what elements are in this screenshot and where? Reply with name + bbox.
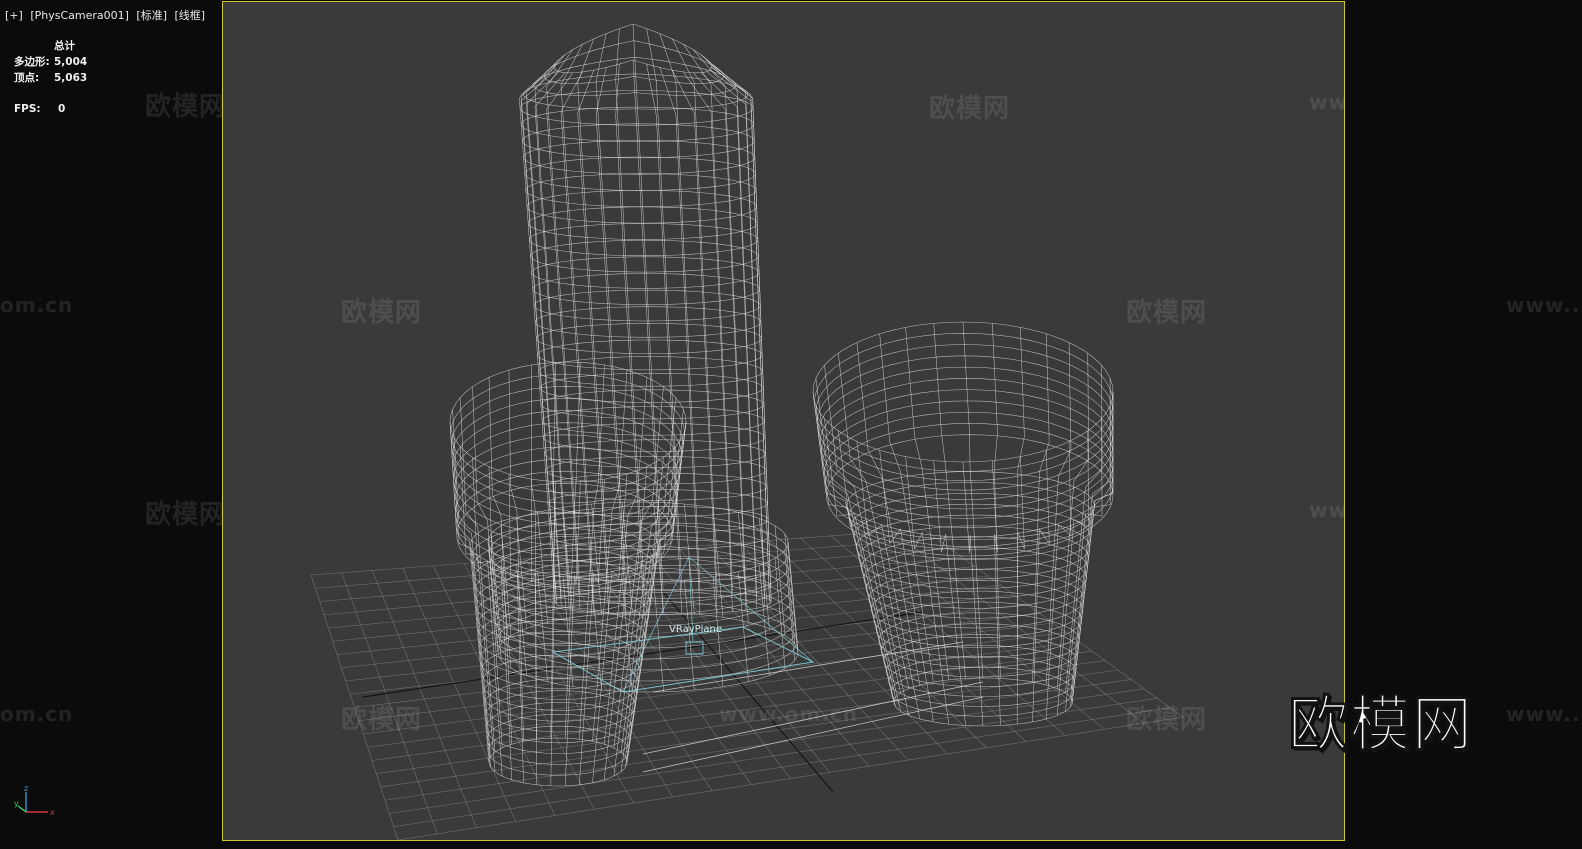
right-armrest-wire xyxy=(1072,392,1114,703)
stats-polys-row: 多边形: 5,004 xyxy=(14,54,87,70)
stats-verts-value: 5,063 xyxy=(54,72,88,84)
seat-wire xyxy=(712,507,724,618)
stats-fps-row: FPS: 0 xyxy=(14,101,87,117)
watermark-url: om.cn xyxy=(0,293,74,317)
watermark-brand: 欧模网 xyxy=(341,298,423,328)
right-armrest-wire xyxy=(818,366,1114,500)
backrest-wire xyxy=(706,59,765,598)
right-armrest-wire xyxy=(816,355,1114,491)
seat-wire xyxy=(487,541,499,653)
stats-verts-label: 顶点: xyxy=(14,72,40,84)
watermark-url: www... xyxy=(1506,702,1582,726)
seat-wire xyxy=(774,558,786,669)
watermark-url: www.om.cn xyxy=(1309,498,1345,522)
watermark-brand: 欧模网 xyxy=(1126,705,1208,735)
axis-gizmo: x z y xyxy=(14,786,55,817)
vray-plane-light xyxy=(551,626,815,693)
active-viewport[interactable]: 欧模网 www.om.cn 欧模网 欧模网 www.om.cn 欧模网 www.… xyxy=(222,1,1345,841)
stats-polys-label: 多边形: xyxy=(14,56,50,68)
viewport-menu-plus[interactable]: [+] xyxy=(5,9,23,22)
watermark-brand: 欧模网 xyxy=(145,92,227,122)
watermark-brand: 欧模网 xyxy=(341,705,423,735)
right-armrest-wire xyxy=(815,344,1114,482)
axis-y-label: y xyxy=(14,799,19,808)
right-armrest-wire xyxy=(812,321,1114,463)
viewport-label[interactable]: [+] [PhysCamera001] [标准] [线框] xyxy=(5,7,209,23)
right-armrest-wire xyxy=(838,353,910,689)
viewport-mode-label[interactable]: [标准] xyxy=(136,9,167,22)
right-armrest-wire xyxy=(1070,378,1111,698)
axis-z-label: z xyxy=(24,786,28,793)
viewport-shading-label[interactable]: [线框] xyxy=(175,9,206,22)
watermark-url: om.cn xyxy=(0,702,74,726)
left-armrest-wire xyxy=(508,369,524,742)
watermark-brand: 欧模网 xyxy=(1126,298,1208,328)
statistics-panel: 总计 多边形: 5,004 顶点: 5,063 FPS: 0 xyxy=(14,38,87,117)
watermark-url: www... xyxy=(1506,293,1582,317)
backrest-wire xyxy=(577,38,610,592)
vray-plane-label[interactable]: VRayPlane xyxy=(669,624,722,635)
stats-header: 总计 xyxy=(54,40,75,52)
right-armrest-wire xyxy=(992,460,1001,726)
left-armrest-wire xyxy=(613,386,664,748)
backrest-wire xyxy=(646,64,683,615)
left-armrest-wire xyxy=(472,386,503,748)
left-armrest-wire xyxy=(449,421,490,763)
backrest-wire xyxy=(615,28,645,590)
right-armrest-wire xyxy=(814,333,1114,472)
right-armrest-wire xyxy=(962,321,984,679)
watermark-url: www.om.cn xyxy=(1309,90,1345,114)
right-armrest-wire xyxy=(888,656,1075,707)
viewport-camera-label[interactable]: [PhysCamera001] xyxy=(30,9,129,22)
right-armrest-wire xyxy=(893,677,1073,727)
right-armrest-wire xyxy=(992,323,1001,679)
stats-fps-value: 0 xyxy=(58,103,66,115)
right-armrest-wire xyxy=(1072,392,1114,703)
watermark-url: www.om.cn xyxy=(719,702,859,726)
watermark-logo: 欧模网 xyxy=(1288,690,1474,761)
stats-polys-value: 5,004 xyxy=(54,56,88,68)
right-armrest-wire xyxy=(815,405,896,707)
seat-wire xyxy=(537,571,548,682)
right-armrest-wire xyxy=(846,471,1095,541)
seat-wire xyxy=(537,512,548,623)
backrest-wire xyxy=(683,71,733,612)
stats-fps-label: FPS: xyxy=(14,103,41,115)
right-armrest-wire xyxy=(873,590,1082,648)
stats-verts-row: 顶点: 5,063 xyxy=(14,70,87,86)
watermark-brand: 欧模网 xyxy=(145,500,227,530)
right-armrest-wire xyxy=(1070,405,1111,707)
left-armrest-wire xyxy=(459,397,496,753)
watermark-brand: 欧模网 xyxy=(929,94,1011,124)
axis-x-label: x xyxy=(50,808,55,817)
left-armrest-wire xyxy=(450,373,685,493)
backrest-wire xyxy=(700,54,757,596)
